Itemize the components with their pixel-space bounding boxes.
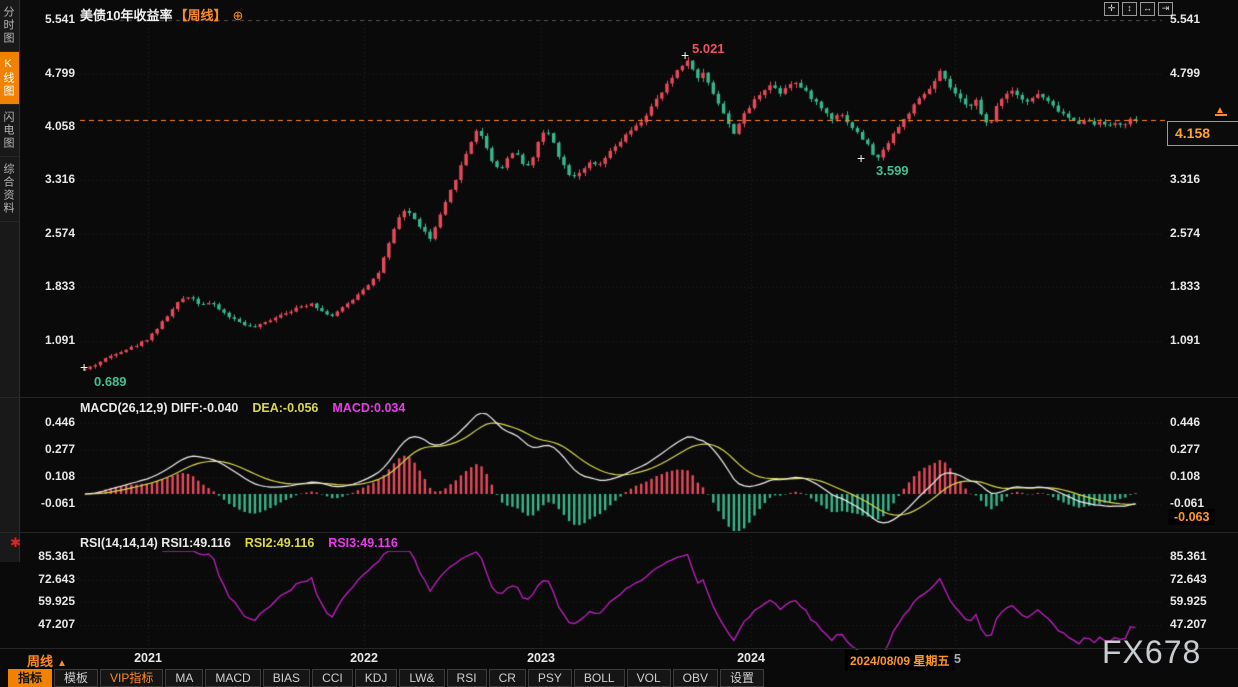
sidebar-item-composite-data[interactable]: 综合资料	[0, 157, 19, 222]
period-arrow-icon: ▲	[57, 658, 67, 669]
tab-settings[interactable]: 设置	[720, 669, 764, 687]
panel-divider	[0, 397, 1238, 398]
tab-obv[interactable]: OBV	[673, 669, 718, 687]
tab-lwr[interactable]: LW&	[399, 669, 444, 687]
rsi2-value: RSI2:49.116	[245, 536, 315, 550]
tab-cr[interactable]: CR	[489, 669, 526, 687]
rsi-axis-label-left: 85.361	[20, 549, 75, 563]
high-cross-marker: +	[681, 50, 689, 60]
x-axis-year-label: 2023	[519, 651, 563, 665]
price-axis-label-right: 5.541	[1170, 12, 1232, 26]
last-bar-date-box: 2024/08/09 星期五	[845, 650, 954, 671]
panel-divider	[0, 532, 1238, 533]
price-axis-label-right: 1.091	[1170, 333, 1232, 347]
macd-header: MACD(26,12,9) DIFF:-0.040 DEA:-0.056 MACD:…	[80, 401, 405, 415]
period-selector[interactable]: 周线 ▲	[27, 651, 67, 670]
start-low-price-annotation: 0.689	[94, 374, 127, 389]
macd-diff-value: MACD(26,12,9) DIFF:-0.040	[80, 401, 238, 415]
price-axis-label-left: 2.574	[20, 226, 75, 240]
tab-rsi[interactable]: RSI	[447, 669, 487, 687]
tab-ma[interactable]: MA	[165, 669, 203, 687]
rsi1-value: RSI(14,14,14) RSI1:49.116	[80, 536, 231, 550]
partially-hidden-year-label: 5	[954, 652, 961, 666]
macd-dea-value: DEA:-0.056	[252, 401, 318, 415]
fx678-watermark: FX678	[1102, 634, 1201, 671]
macd-axis-label-right: -0.061	[1170, 496, 1232, 510]
rsi-axis-label-right: 85.361	[1170, 549, 1232, 563]
period-label: 周线	[27, 654, 53, 669]
chart-zoom-toolbar: ✛↕↔⇥	[1104, 2, 1173, 16]
period-tag: 【周线】	[174, 8, 226, 23]
tab-psy[interactable]: PSY	[528, 669, 572, 687]
x-axis-year-label: 2022	[342, 651, 386, 665]
mid-low-price-annotation: 3.599	[876, 163, 909, 178]
start-low-cross-marker: +	[80, 362, 88, 372]
price-axis-label-left: 1.091	[20, 333, 75, 347]
macd-macd-value: MACD:0.034	[332, 401, 405, 415]
macd-axis-label-left: 0.446	[20, 415, 75, 429]
mid-low-cross-marker: +	[857, 153, 865, 163]
tab-vip-indicator[interactable]: VIP指标	[100, 669, 163, 687]
rsi-axis-label-right: 47.207	[1170, 617, 1232, 631]
y-scale-icon[interactable]: ↕	[1122, 2, 1137, 16]
tab-indicator[interactable]: 指标	[8, 669, 52, 687]
price-axis-label-right: 4.799	[1170, 66, 1232, 80]
price-up-arrow-icon: ▲	[1215, 106, 1227, 116]
macd-axis-label-left: 0.108	[20, 469, 75, 483]
rsi3-value: RSI3:49.116	[328, 536, 398, 550]
chart-title: 美债10年收益率【周线】 ⊕	[80, 5, 243, 24]
price-axis-label-right: 2.574	[1170, 226, 1232, 240]
pan-tool-icon[interactable]: ✛	[1104, 2, 1119, 16]
price-axis-label-left: 5.541	[20, 12, 75, 26]
macd-axis-label-right: 0.108	[1170, 469, 1232, 483]
expand-icon[interactable]: ⊕	[232, 8, 243, 23]
tab-boll[interactable]: BOLL	[574, 669, 625, 687]
macd-axis-label-left: -0.061	[20, 496, 75, 510]
macd-axis-label-right: 0.446	[1170, 415, 1232, 429]
sidebar-item-lightning-chart[interactable]: 闪电图	[0, 105, 19, 157]
indicator-tab-bar: 指标模板VIP指标MAMACDBIASCCIKDJLW&RSICRPSYBOLL…	[8, 669, 764, 687]
tab-macd[interactable]: MACD	[205, 669, 260, 687]
x-scale-icon[interactable]: ↔	[1140, 2, 1155, 16]
tab-vol[interactable]: VOL	[627, 669, 671, 687]
x-axis-year-label: 2024	[729, 651, 773, 665]
sidebar-item-kline-chart[interactable]: K线图	[0, 52, 19, 105]
rsi-axis-label-left: 59.925	[20, 594, 75, 608]
panel-divider	[0, 648, 1238, 649]
price-axis-label-left: 4.058	[20, 119, 75, 133]
tab-cci[interactable]: CCI	[312, 669, 353, 687]
price-axis-label-left: 3.316	[20, 172, 75, 186]
chart-application-window: 分时图K线图闪电图综合资料 美债10年收益率【周线】 ⊕ ✛↕↔⇥ 5.541 5.…	[0, 0, 1238, 687]
high-price-annotation: 5.021	[692, 41, 725, 56]
macd-axis-label-left: 0.277	[20, 442, 75, 456]
price-axis-label-right: 3.316	[1170, 172, 1232, 186]
price-axis-label-left: 1.833	[20, 279, 75, 293]
sidebar-item-time-share-chart[interactable]: 分时图	[0, 0, 19, 52]
rsi-axis-label-left: 72.643	[20, 572, 75, 586]
tab-bias[interactable]: BIAS	[263, 669, 310, 687]
chart-type-sidebar: 分时图K线图闪电图综合资料	[0, 0, 20, 562]
price-indicator-chart-canvas[interactable]	[0, 0, 1238, 687]
tab-kdj[interactable]: KDJ	[355, 669, 398, 687]
tab-template[interactable]: 模板	[54, 669, 98, 687]
current-price-box: 4.158	[1167, 121, 1238, 146]
macd-current-value-box: -0.063	[1168, 509, 1215, 525]
instrument-name: 美债10年收益率	[80, 8, 172, 23]
rsi-header: RSI(14,14,14) RSI1:49.116 RSI2:49.116 RSI3…	[80, 536, 398, 550]
macd-axis-label-right: 0.277	[1170, 442, 1232, 456]
price-axis-label-left: 4.799	[20, 66, 75, 80]
price-axis-label-right: 1.833	[1170, 279, 1232, 293]
rsi-axis-label-right: 59.925	[1170, 594, 1232, 608]
live-indicator-icon: ✱	[10, 535, 21, 551]
x-axis-year-label: 2021	[126, 651, 170, 665]
rsi-axis-label-left: 47.207	[20, 617, 75, 631]
rsi-axis-label-right: 72.643	[1170, 572, 1232, 586]
